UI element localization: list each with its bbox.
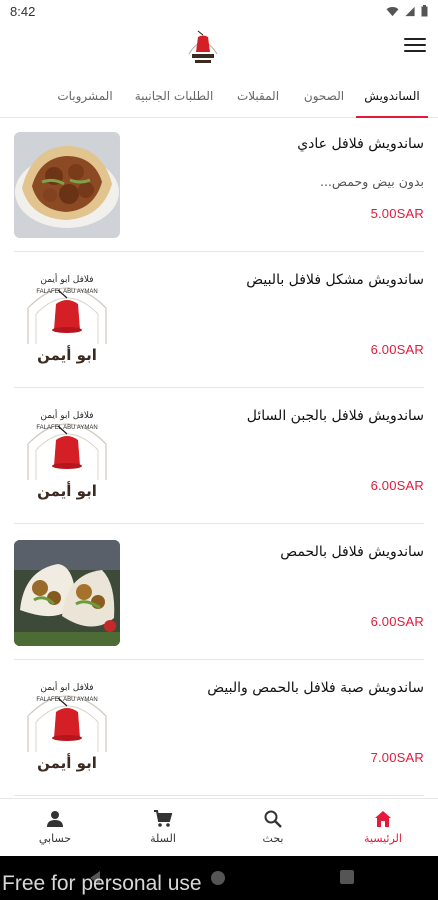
home-button-icon[interactable] — [210, 870, 226, 886]
falafel-sandwich-photo — [14, 132, 120, 238]
logo-image: فلافل ابو أيمن FALAFEL ABU AYMAN ابو أيم… — [14, 676, 120, 782]
cart-icon — [154, 810, 173, 827]
product-image — [14, 132, 120, 238]
product-name: ساندويش فلافل بالحمص — [280, 544, 424, 560]
tab-plates[interactable]: الصحون — [296, 76, 352, 118]
tab-side-orders[interactable]: الطلبات الجانبية — [128, 76, 220, 118]
nav-cart[interactable]: السلة — [118, 799, 208, 857]
nav-cart-label: السلة — [150, 832, 176, 845]
category-tabs: الساندويش الصحون المقبلات الطلبات الجانب… — [0, 76, 438, 118]
app-header — [0, 24, 438, 76]
home-icon — [375, 811, 391, 827]
svg-text:ابو أيمن: ابو أيمن — [37, 481, 97, 500]
product-name: ساندويش صبة فلافل بالحمص والبيض — [207, 680, 424, 696]
wifi-icon — [386, 6, 399, 16]
product-price: 6.00SAR — [370, 478, 424, 493]
nav-account[interactable]: حسابي — [10, 799, 100, 857]
hamburger-menu-icon — [404, 38, 426, 52]
product-price: 7.00SAR — [370, 750, 424, 765]
brand-logo[interactable] — [183, 28, 223, 68]
watermark-text: Free for personal use — [2, 872, 202, 895]
svg-text:ابو أيمن: ابو أيمن — [37, 345, 97, 364]
person-icon — [47, 811, 63, 827]
nav-search[interactable]: بحث — [228, 799, 318, 857]
product-price: 6.00SAR — [370, 614, 424, 629]
product-price: 5.00SAR — [370, 206, 424, 221]
bottom-navigation: الرئيسية بحث السلة حسابي — [0, 798, 438, 856]
product-image: فلافل ابو أيمن FALAFEL ABU AYMAN ابو أيم… — [14, 268, 120, 374]
product-image: فلافل ابو أيمن FALAFEL ABU AYMAN ابو أيم… — [14, 404, 120, 510]
svg-text:فلافل ابو أيمن: فلافل ابو أيمن — [40, 681, 93, 693]
svg-text:فلافل ابو أيمن: فلافل ابو أيمن — [40, 273, 93, 285]
signal-icon — [405, 6, 415, 16]
product-image: فلافل ابو أيمن FALAFEL ABU AYMAN ابو أيم… — [14, 676, 120, 782]
product-price: 6.00SAR — [370, 342, 424, 357]
svg-text:FALAFEL ABU AYMAN: FALAFEL ABU AYMAN — [36, 289, 97, 295]
nav-home-label: الرئيسية — [364, 832, 402, 845]
status-bar: 8:42 — [0, 0, 438, 24]
svg-text:فلافل ابو أيمن: فلافل ابو أيمن — [40, 409, 93, 421]
product-list: ساندويش فلافل عادي بدون بيض وحمص... 5.00… — [0, 118, 438, 798]
product-name: ساندويش فلافل عادي — [297, 136, 424, 152]
product-item[interactable]: فلافل ابو أيمن FALAFEL ABU AYMAN ابو أيم… — [14, 254, 424, 388]
recents-icon[interactable] — [340, 870, 354, 884]
battery-icon — [421, 5, 428, 17]
logo-image: فلافل ابو أيمن FALAFEL ABU AYMAN ابو أيم… — [14, 404, 120, 510]
status-icons — [386, 5, 428, 17]
product-name: ساندويش مشكل فلافل بالبيض — [246, 272, 424, 288]
search-icon — [264, 810, 282, 828]
status-time: 8:42 — [10, 4, 36, 19]
product-description: بدون بيض وحمص... — [320, 174, 424, 189]
nav-home[interactable]: الرئيسية — [338, 799, 428, 857]
nav-search-label: بحث — [262, 832, 284, 845]
tab-drinks[interactable]: المشروبات — [50, 76, 120, 118]
falafel-wraps-photo — [14, 540, 120, 646]
abu-ayman-falafel-logo-icon — [188, 30, 218, 63]
product-item[interactable]: ساندويش فلافل بالحمص 6.00SAR — [14, 526, 424, 660]
product-item[interactable]: ساندويش فلافل عادي بدون بيض وحمص... 5.00… — [14, 118, 424, 252]
product-name: ساندويش فلافل بالجبن السائل — [246, 408, 424, 424]
svg-text:ابو أيمن: ابو أيمن — [37, 753, 97, 772]
logo-image: فلافل ابو أيمن FALAFEL ABU AYMAN ابو أيم… — [14, 268, 120, 374]
menu-button[interactable] — [404, 38, 426, 56]
tab-sandwiches[interactable]: الساندويش — [356, 76, 428, 118]
svg-text:FALAFEL ABU AYMAN: FALAFEL ABU AYMAN — [36, 425, 97, 431]
tab-appetizers[interactable]: المقبلات — [229, 76, 287, 118]
product-item[interactable]: فلافل ابو أيمن FALAFEL ABU AYMAN ابو أيم… — [14, 662, 424, 796]
nav-account-label: حسابي — [38, 832, 72, 845]
product-image — [14, 540, 120, 646]
product-item[interactable]: فلافل ابو أيمن FALAFEL ABU AYMAN ابو أيم… — [14, 390, 424, 524]
svg-text:FALAFEL ABU AYMAN: FALAFEL ABU AYMAN — [36, 697, 97, 703]
